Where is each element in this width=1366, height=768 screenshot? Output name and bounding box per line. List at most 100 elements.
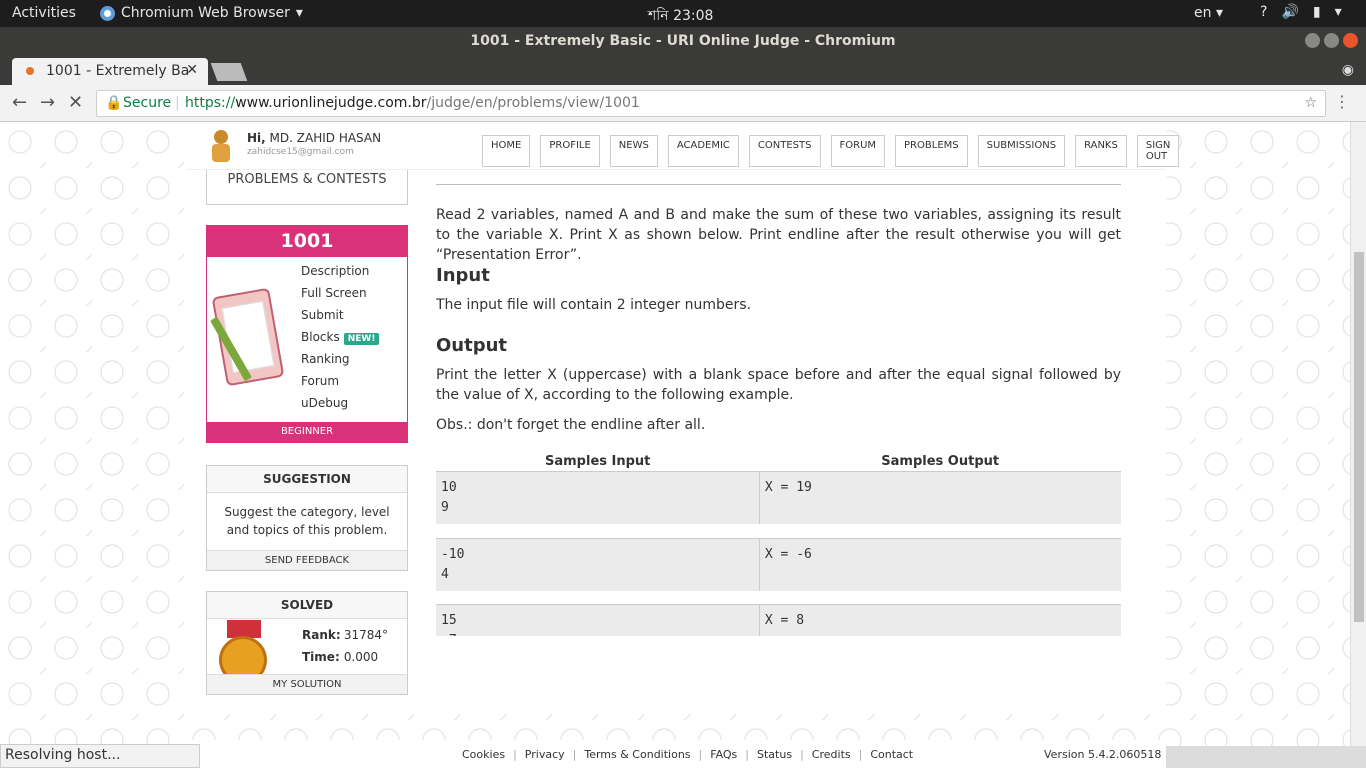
language-label: en: [1194, 5, 1212, 21]
footer-link[interactable]: Privacy: [525, 748, 565, 761]
footer-link[interactable]: Status: [757, 748, 792, 761]
url-host: www.urionlinejudge.com.br: [235, 95, 427, 111]
medal-icon: [211, 620, 277, 674]
help-icon: ?: [1260, 4, 1268, 20]
tab-title: 1001 - Extremely Ba: [46, 63, 190, 79]
favicon-icon: [26, 67, 34, 75]
problem-number: 1001: [207, 226, 407, 257]
table-row: -10 4 X = -6: [436, 537, 1121, 591]
activities-button[interactable]: Activities: [12, 5, 76, 21]
avatar[interactable]: [208, 130, 234, 162]
footer-link[interactable]: Credits: [812, 748, 851, 761]
user-name[interactable]: MD. ZAHID HASAN: [270, 131, 382, 145]
forward-icon[interactable]: →: [40, 92, 55, 113]
scrollbar-thumb[interactable]: [1354, 252, 1364, 622]
link-description[interactable]: Description: [301, 264, 379, 286]
site-footer: Cookies | Privacy | Terms & Conditions | FA…: [186, 740, 1166, 768]
rank-label: Rank:: [302, 628, 341, 642]
solved-box: SOLVED Rank: 31784° Time: 0.000 MY SOLUT…: [206, 591, 408, 695]
new-tab-button[interactable]: [210, 63, 248, 81]
link-blocks[interactable]: Blocks: [301, 330, 340, 344]
table-row: 15-7 X = 8: [436, 604, 1121, 636]
output-text: Print the letter X (uppercase) with a bl…: [436, 367, 1121, 403]
url-path: /judge/en/problems/view/1001: [426, 95, 640, 111]
nav-academic[interactable]: ACADEMIC: [667, 135, 739, 167]
nav-ranks[interactable]: RANKS: [1075, 135, 1127, 167]
status-bubble: Resolving host...: [0, 744, 200, 768]
footer-link[interactable]: FAQs: [710, 748, 737, 761]
problem-description: Read 2 variables, named A and B and make…: [436, 207, 1121, 263]
nav-problems[interactable]: PROBLEMS: [895, 135, 968, 167]
nav-home[interactable]: HOME: [482, 135, 531, 167]
tab-strip: 1001 - Extremely Ba ✕: [0, 55, 1366, 85]
suggestion-title: SUGGESTION: [207, 466, 407, 493]
lock-icon: 🔒: [105, 95, 123, 111]
chromium-icon: [100, 5, 115, 21]
chevron-down-icon: ▾: [1334, 4, 1342, 20]
volume-icon: 🔊: [1281, 4, 1299, 20]
link-full-screen[interactable]: Full Screen: [301, 286, 379, 308]
bookmark-star-icon[interactable]: ☆: [1304, 91, 1317, 116]
secure-label: Secure: [123, 95, 172, 111]
battery-icon: ▮: [1312, 4, 1321, 20]
maximize-button[interactable]: [1324, 33, 1339, 48]
sample-output-cell: X = 8: [759, 604, 1121, 636]
window-title: 1001 - Extremely Basic - URI Online Judg…: [470, 33, 896, 49]
problems-contests-box[interactable]: PROBLEMS & CONTESTS: [206, 170, 408, 205]
page-scrollbar[interactable]: [1350, 122, 1366, 746]
link-submit[interactable]: Submit: [301, 308, 379, 330]
window-controls: [1305, 33, 1358, 48]
app-menu-label: Chromium Web Browser: [121, 5, 290, 21]
link-udebug[interactable]: uDebug: [301, 396, 379, 418]
nav-news[interactable]: NEWS: [609, 135, 658, 167]
obs-text: Obs.: don't forget the endline after all…: [436, 417, 706, 433]
table-row: 10 9 X = 19: [436, 471, 1121, 524]
system-tray[interactable]: ? 🔊 ▮ ▾: [1260, 4, 1342, 20]
nav-contests[interactable]: CONTESTS: [748, 135, 821, 167]
sample-input-cell: 15-7: [436, 604, 760, 636]
address-bar[interactable]: 🔒 Secure | https://www.urionlinejudge.co…: [96, 90, 1326, 117]
nav-forum[interactable]: FORUM: [830, 135, 886, 167]
nav-profile[interactable]: PROFILE: [540, 135, 600, 167]
user-email: zahidcse15@gmail.com: [247, 147, 354, 157]
greeting-hi: Hi,: [247, 131, 266, 145]
browser-menu-icon[interactable]: ⋮: [1334, 92, 1350, 111]
link-blocks-row[interactable]: Blocks NEW!: [301, 330, 380, 352]
samples-table: Samples Input Samples Output 10 9 X = 19 …: [436, 452, 1121, 636]
footer-link[interactable]: Terms & Conditions: [584, 748, 690, 761]
browser-toolbar: ← → ✕ 🔒 Secure | https://www.urionlineju…: [0, 85, 1366, 122]
link-forum[interactable]: Forum: [301, 374, 379, 396]
browser-tab[interactable]: 1001 - Extremely Ba ✕: [12, 58, 208, 85]
profile-icon[interactable]: ◉: [1342, 62, 1354, 78]
close-window-button[interactable]: [1343, 33, 1358, 48]
solved-stats: Rank: 31784° Time: 0.000: [302, 628, 388, 672]
language-indicator[interactable]: en ▾: [1194, 5, 1223, 21]
stop-icon[interactable]: ✕: [68, 92, 83, 113]
close-tab-icon[interactable]: ✕: [186, 62, 198, 78]
footer-link[interactable]: Cookies: [462, 748, 505, 761]
level-badge: BEGINNER: [207, 422, 407, 442]
rank-value: 31784°: [343, 628, 389, 642]
send-feedback-button[interactable]: SEND FEEDBACK: [207, 550, 407, 570]
url-text: https://www.urionlinejudge.com.br/judge/…: [185, 91, 640, 116]
minimize-button[interactable]: [1305, 33, 1320, 48]
system-top-bar: Activities Chromium Web Browser ▾ শনি 23…: [0, 0, 1366, 27]
footer-link[interactable]: Contact: [870, 748, 913, 761]
sample-output-cell: X = 19: [759, 471, 1121, 524]
clock[interactable]: শনি 23:08: [648, 4, 713, 28]
app-menu[interactable]: Chromium Web Browser ▾: [100, 5, 303, 21]
footer-links: Cookies | Privacy | Terms & Conditions | FA…: [462, 748, 914, 761]
address-separator: |: [175, 95, 180, 111]
solved-title: SOLVED: [207, 592, 407, 619]
nav-submissions[interactable]: SUBMISSIONS: [977, 135, 1066, 167]
back-icon[interactable]: ←: [12, 92, 27, 113]
problem-content: Read 2 variables, named A and B and make…: [436, 170, 1121, 636]
my-solution-button[interactable]: MY SOLUTION: [207, 674, 407, 694]
problem-box: 1001 Description Full Screen Submit Bloc…: [206, 225, 408, 443]
nav-sign-out[interactable]: SIGN OUT: [1136, 135, 1180, 167]
input-text: The input file will contain 2 integer nu…: [436, 297, 752, 313]
divider: [436, 184, 1121, 185]
suggestion-box: SUGGESTION Suggest the category, level a…: [206, 465, 408, 571]
link-ranking[interactable]: Ranking: [301, 352, 379, 374]
chevron-down-icon: ▾: [295, 5, 303, 21]
